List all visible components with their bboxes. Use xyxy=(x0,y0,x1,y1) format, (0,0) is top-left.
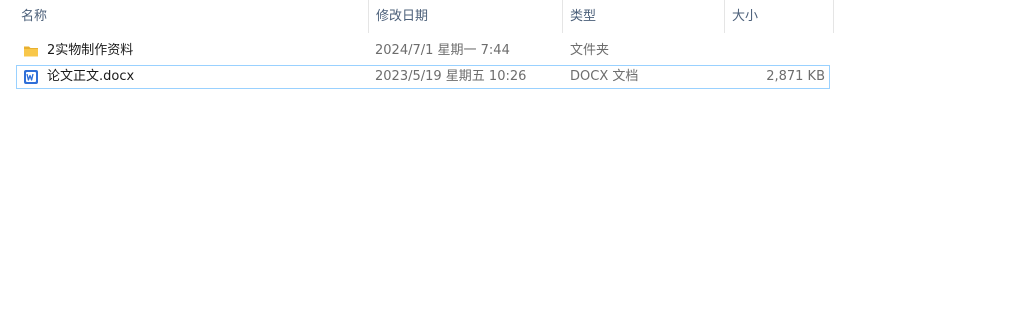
file-explorer-view: 名称 ^ 修改日期 类型 大小 2实物制作资料 2024/7/1 星期一 7:4… xyxy=(0,0,1024,311)
column-header-date-label: 修改日期 xyxy=(376,9,429,24)
file-size: 2,871 KB xyxy=(766,69,825,84)
column-header-type-label: 类型 xyxy=(570,9,597,24)
file-type: 文件夹 xyxy=(570,43,610,58)
file-modified-date: 2024/7/1 星期一 7:44 xyxy=(375,43,510,58)
column-header-name[interactable]: 名称 ^ xyxy=(0,0,369,33)
file-name: 2实物制作资料 xyxy=(47,43,134,58)
file-modified-date: 2023/5/19 星期五 10:26 xyxy=(375,69,527,84)
file-name: 论文正文.docx xyxy=(47,69,135,84)
column-header-date-modified[interactable]: 修改日期 xyxy=(369,0,563,33)
column-header-bar: 名称 ^ 修改日期 类型 大小 xyxy=(0,0,834,33)
file-list: 2实物制作资料 2024/7/1 星期一 7:44 文件夹 论文正文.docx … xyxy=(16,39,830,91)
file-name-cell: 2实物制作资料 xyxy=(23,40,133,62)
column-header-type[interactable]: 类型 xyxy=(563,0,725,33)
file-row-folder[interactable]: 2实物制作资料 2024/7/1 星期一 7:44 文件夹 xyxy=(16,39,830,63)
folder-icon xyxy=(24,46,38,57)
column-header-name-label: 名称 xyxy=(21,9,48,24)
column-header-size[interactable]: 大小 xyxy=(725,0,834,33)
sort-ascending-icon: ^ xyxy=(184,0,195,7)
column-header-size-label: 大小 xyxy=(732,9,759,24)
file-type: DOCX 文档 xyxy=(570,69,639,84)
file-row-docx[interactable]: 论文正文.docx 2023/5/19 星期五 10:26 DOCX 文档 2,… xyxy=(16,65,830,89)
word-document-icon xyxy=(24,70,38,84)
file-name-cell: 论文正文.docx xyxy=(23,66,134,88)
